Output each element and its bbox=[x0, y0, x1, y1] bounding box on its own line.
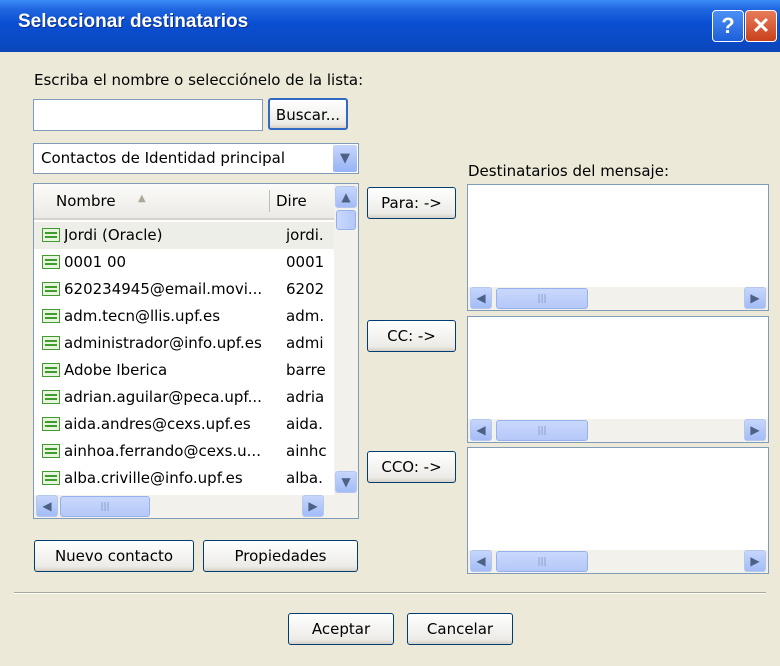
scroll-right-arrow-icon[interactable]: ▶ bbox=[744, 287, 766, 309]
contact-card-icon bbox=[42, 228, 60, 242]
bcc-list-horizontal-scrollbar[interactable]: ◀ ||| ▶ bbox=[468, 550, 768, 573]
contact-list-horizontal-scrollbar[interactable]: ◀ ||| ▶ bbox=[34, 495, 358, 518]
scroll-left-arrow-icon[interactable]: ◀ bbox=[470, 287, 492, 309]
contact-row[interactable]: administrador@info.upf.es admi bbox=[34, 330, 334, 357]
contact-row[interactable]: 0001 00 0001 bbox=[34, 249, 334, 276]
cc-button[interactable]: CC: -> bbox=[367, 320, 456, 352]
contact-card-icon bbox=[42, 309, 60, 323]
properties-button[interactable]: Propiedades bbox=[203, 540, 358, 572]
contact-card-icon bbox=[42, 471, 60, 485]
scroll-left-arrow-icon[interactable]: ◀ bbox=[470, 419, 492, 441]
contact-address: barre bbox=[286, 361, 326, 379]
contact-list[interactable]: Nombre ▲ Dire Jordi (Oracle) jordi. 0001… bbox=[33, 183, 359, 519]
contact-row[interactable]: ainhoa.ferrando@cexs.u... ainhc bbox=[34, 438, 334, 465]
search-prompt-label: Escriba el nombre o selecciónelo de la l… bbox=[34, 71, 364, 89]
contact-row[interactable]: adrian.aguilar@peca.upf... adria bbox=[34, 384, 334, 411]
contact-name: alba.criville@info.upf.es bbox=[64, 469, 243, 487]
cancel-button[interactable]: Cancelar bbox=[407, 613, 513, 645]
search-button[interactable]: Buscar... bbox=[268, 98, 348, 130]
scroll-right-arrow-icon[interactable]: ▶ bbox=[744, 419, 766, 441]
contact-card-icon bbox=[42, 417, 60, 431]
contact-row[interactable]: aida.andres@cexs.upf.es aida. bbox=[34, 411, 334, 438]
contact-row[interactable]: 620234945@email.movi... 6202 bbox=[34, 276, 334, 303]
contact-address: jordi. bbox=[286, 226, 324, 244]
contact-card-icon bbox=[42, 336, 60, 350]
addressbook-selected-value: Contactos de Identidad principal bbox=[41, 149, 286, 167]
contact-list-header: Nombre ▲ Dire bbox=[34, 184, 334, 220]
scroll-right-arrow-icon[interactable]: ▶ bbox=[302, 495, 324, 517]
scrollbar-thumb[interactable]: ||| bbox=[496, 288, 588, 309]
contact-name: aida.andres@cexs.upf.es bbox=[64, 415, 251, 433]
scroll-left-arrow-icon[interactable]: ◀ bbox=[470, 550, 492, 572]
to-recipients-list[interactable]: ◀ ||| ▶ bbox=[467, 184, 769, 311]
bcc-button[interactable]: CCO: -> bbox=[367, 451, 456, 483]
contact-address: ainhc bbox=[286, 442, 327, 460]
scroll-up-arrow-icon[interactable]: ▲ bbox=[335, 186, 357, 208]
scroll-down-arrow-icon[interactable]: ▼ bbox=[335, 471, 357, 493]
recipients-heading: Destinatarios del mensaje: bbox=[468, 162, 669, 180]
column-header-name[interactable]: Nombre bbox=[56, 192, 116, 210]
contact-name: Jordi (Oracle) bbox=[64, 226, 163, 244]
help-icon[interactable]: ? bbox=[712, 10, 744, 42]
scrollbar-thumb[interactable]: ||| bbox=[60, 496, 150, 517]
scroll-left-arrow-icon[interactable]: ◀ bbox=[36, 495, 58, 517]
bcc-recipients-list[interactable]: ◀ ||| ▶ bbox=[467, 447, 769, 574]
contact-name: administrador@info.upf.es bbox=[64, 334, 262, 352]
contact-card-icon bbox=[42, 444, 60, 458]
to-list-horizontal-scrollbar[interactable]: ◀ ||| ▶ bbox=[468, 287, 768, 310]
column-divider[interactable] bbox=[269, 190, 270, 212]
contact-name: Adobe Iberica bbox=[64, 361, 168, 379]
contact-address: adm. bbox=[286, 307, 325, 325]
contact-address: alba. bbox=[286, 469, 323, 487]
contact-name: adm.tecn@llis.upf.es bbox=[64, 307, 221, 325]
column-header-address[interactable]: Dire bbox=[276, 192, 307, 210]
to-button[interactable]: Para: -> bbox=[367, 187, 456, 219]
contact-card-icon bbox=[42, 390, 60, 404]
contact-address: aida. bbox=[286, 415, 323, 433]
contact-address: admi bbox=[286, 334, 324, 352]
contact-name: adrian.aguilar@peca.upf... bbox=[64, 388, 262, 406]
contact-row[interactable]: adm.tecn@llis.upf.es adm. bbox=[34, 303, 334, 330]
scrollbar-thumb[interactable]: ||| bbox=[496, 551, 588, 572]
select-recipients-dialog: Seleccionar destinatarios ? ✕ Escriba el… bbox=[0, 0, 780, 666]
contact-address: adria bbox=[286, 388, 325, 406]
chevron-down-icon[interactable]: ▼ bbox=[333, 145, 357, 172]
contact-row[interactable]: Adobe Iberica barre bbox=[34, 357, 334, 384]
title-bar[interactable]: Seleccionar destinatarios ? ✕ bbox=[0, 0, 780, 52]
contact-list-vertical-scrollbar[interactable]: ▲ ▼ bbox=[334, 184, 358, 495]
contact-row[interactable]: alba.criville@info.upf.es alba. bbox=[34, 465, 334, 492]
contact-address: 0001 bbox=[286, 253, 325, 271]
contact-card-icon bbox=[42, 363, 60, 377]
scrollbar-thumb[interactable] bbox=[336, 210, 356, 230]
contact-address: 6202 bbox=[286, 280, 325, 298]
cc-list-horizontal-scrollbar[interactable]: ◀ ||| ▶ bbox=[468, 419, 768, 442]
contact-name: ainhoa.ferrando@cexs.u... bbox=[64, 442, 261, 460]
sort-ascending-icon: ▲ bbox=[138, 193, 146, 204]
contact-name: 0001 00 bbox=[64, 253, 127, 271]
scrollbar-thumb[interactable]: ||| bbox=[496, 420, 588, 441]
close-icon[interactable]: ✕ bbox=[745, 10, 777, 42]
accept-button[interactable]: Aceptar bbox=[288, 613, 394, 645]
cc-recipients-list[interactable]: ◀ ||| ▶ bbox=[467, 316, 769, 443]
dialog-title: Seleccionar destinatarios bbox=[18, 11, 249, 32]
contact-card-icon bbox=[42, 282, 60, 296]
contact-card-icon bbox=[42, 255, 60, 269]
contact-name: 620234945@email.movi... bbox=[64, 280, 263, 298]
contact-row[interactable]: Jordi (Oracle) jordi. bbox=[34, 222, 334, 249]
footer-divider bbox=[14, 592, 766, 594]
new-contact-button[interactable]: Nuevo contacto bbox=[34, 540, 194, 572]
search-input[interactable] bbox=[33, 99, 263, 131]
scroll-right-arrow-icon[interactable]: ▶ bbox=[744, 550, 766, 572]
addressbook-select[interactable]: Contactos de Identidad principal ▼ bbox=[33, 143, 359, 174]
